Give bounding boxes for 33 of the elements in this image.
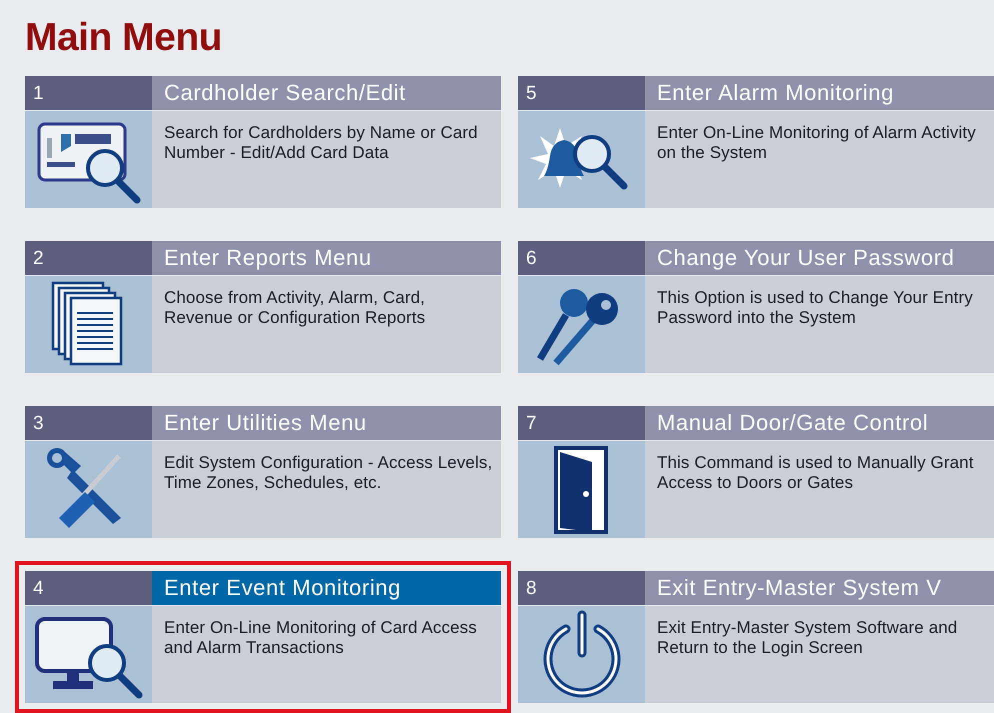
menu-title: Manual Door/Gate Control [657, 410, 928, 436]
menu-title: Change Your User Password [657, 245, 954, 271]
menu-description: Exit Entry-Master System Software and Return to the Login Screen [657, 618, 958, 657]
menu-title: Enter Utilities Menu [164, 410, 367, 436]
page-title: Main Menu [25, 16, 223, 60]
menu-number: 4 [25, 571, 152, 606]
menu-title: Enter Reports Menu [164, 245, 372, 271]
menu-card[interactable]: 5 Enter Alarm Monitoring Enter On-Line Monitoring of Alarm Activity on the System [518, 76, 994, 208]
menu-number: 7 [518, 406, 645, 441]
menu-card[interactable]: 7 Manual Door/Gate Control This Command is used to Manually Grant Access to Doors or Gates [518, 406, 994, 538]
menu-title: Exit Entry-Master System V [657, 575, 942, 601]
menu-card[interactable]: 1 Cardholder Search/Edit Search for Cardholders by Name or Card Number - Edit/Add Card Data [25, 76, 501, 208]
menu-number: 3 [25, 406, 152, 441]
menu-description: Search for Cardholders by Name or Card Number - Edit/Add Card Data [164, 123, 478, 162]
menu-number: 2 [25, 241, 152, 276]
menu-description: Edit System Configuration - Access Levels, Time Zones, Schedules, etc. [164, 453, 492, 492]
menu-card[interactable]: 8 Exit Entry-Master System V Exit Entry-Master System Software and Return to the Login Screen [518, 571, 994, 703]
menu-card[interactable]: 4 Enter Event Monitoring Enter On-Line Monitoring of Card Access and Alarm Transactions [25, 571, 501, 703]
menu-card[interactable]: 6 Change Your User Password This Option is used to Change Your Entry Password into the System [518, 241, 994, 373]
menu-title: Cardholder Search/Edit [164, 80, 406, 106]
menu-description: This Option is used to Change Your Entry Password into the System [657, 288, 973, 327]
menu-description: Enter On-Line Monitoring of Card Access and Alarm Transactions [164, 618, 477, 657]
menu-number: 8 [518, 571, 645, 606]
menu-number: 6 [518, 241, 645, 276]
menu-description: This Command is used to Manually Grant Access to Doors or Gates [657, 453, 974, 492]
menu-title: Enter Event Monitoring [164, 575, 401, 601]
menu-description: Enter On-Line Monitoring of Alarm Activity on the System [657, 123, 976, 162]
menu-title: Enter Alarm Monitoring [657, 80, 894, 106]
menu-description: Choose from Activity, Alarm, Card, Revenue or Configuration Reports [164, 288, 426, 327]
menu-card[interactable]: 2 Enter Reports Menu Choose from Activity, Alarm, Card, Revenue or Configuration Reports [25, 241, 501, 373]
menu-number: 1 [25, 76, 152, 111]
menu-card[interactable]: 3 Enter Utilities Menu Edit System Configuration - Access Levels, Time Zones, Schedules, etc. [25, 406, 501, 538]
menu-number: 5 [518, 76, 645, 111]
